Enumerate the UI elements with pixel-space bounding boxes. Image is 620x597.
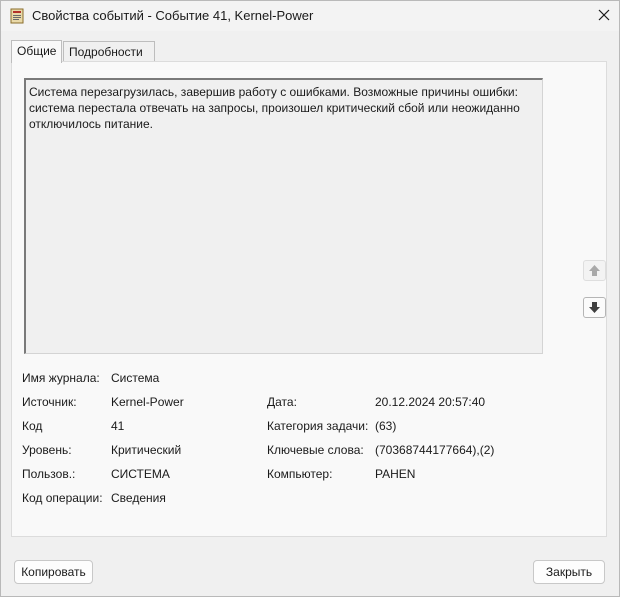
title-bar: Свойства событий - Событие 41, Kernel-Po… xyxy=(1,1,619,31)
computer-value: PAHEN xyxy=(375,467,416,481)
level-value: Критический xyxy=(111,443,182,457)
opcode-value: Сведения xyxy=(111,491,166,505)
close-icon[interactable] xyxy=(589,1,619,29)
date-label: Дата: xyxy=(267,395,297,409)
level-label: Уровень: xyxy=(22,443,72,457)
task-category-value: (63) xyxy=(375,419,397,433)
copy-button[interactable]: Копировать xyxy=(14,560,93,584)
event-properties-window: Свойства событий - Событие 41, Kernel-Po… xyxy=(0,0,620,597)
opcode-label: Код операции: xyxy=(22,491,103,505)
task-category-label: Категория задачи: xyxy=(267,419,369,433)
event-id-label: Код xyxy=(22,419,43,433)
log-name-label: Имя журнала: xyxy=(22,371,100,385)
event-id-value: 41 xyxy=(111,419,125,433)
tab-details[interactable]: Подробности xyxy=(63,41,155,62)
arrow-up-icon xyxy=(589,265,600,276)
next-event-button[interactable] xyxy=(583,297,606,318)
close-button[interactable]: Закрыть xyxy=(533,560,605,584)
arrow-down-icon xyxy=(589,302,600,313)
user-value: СИСТЕМА xyxy=(111,467,170,481)
log-name-value: Система xyxy=(111,371,160,385)
computer-label: Компьютер: xyxy=(267,467,333,481)
source-label: Источник: xyxy=(22,395,77,409)
event-description[interactable]: Система перезагрузилась, завершив работу… xyxy=(24,78,543,354)
window-title: Свойства событий - Событие 41, Kernel-Po… xyxy=(32,8,314,23)
user-label: Пользов.: xyxy=(22,467,76,481)
keywords-value: (70368744177664),(2) xyxy=(375,443,495,457)
general-panel: Система перезагрузилась, завершив работу… xyxy=(11,61,607,537)
tab-general[interactable]: Общие xyxy=(11,40,62,63)
previous-event-button[interactable] xyxy=(583,260,606,281)
date-value: 20.12.2024 20:57:40 xyxy=(375,395,486,409)
keywords-label: Ключевые слова: xyxy=(267,443,364,457)
source-value: Kernel-Power xyxy=(111,395,184,409)
event-viewer-icon xyxy=(10,8,24,24)
